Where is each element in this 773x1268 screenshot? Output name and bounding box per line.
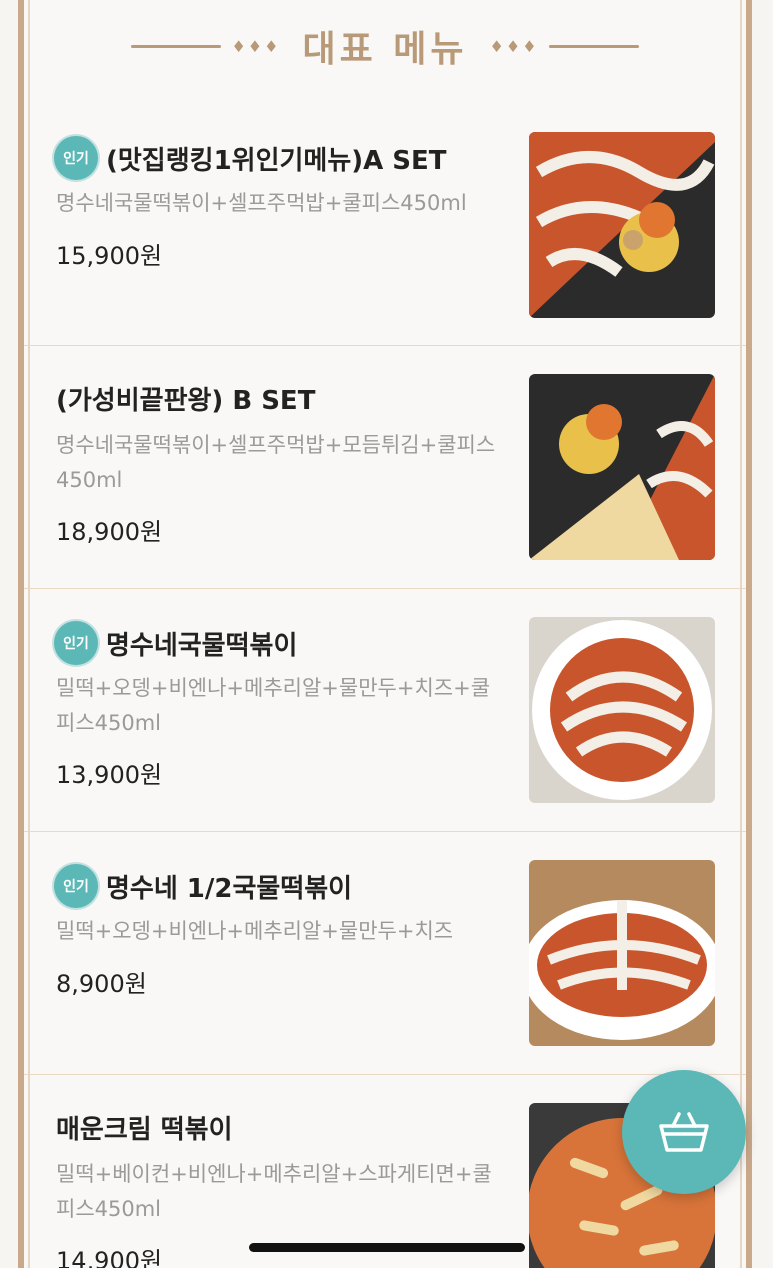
menu-item-price: 13,900원 <box>56 761 163 789</box>
menu-item-photo <box>529 617 715 803</box>
menu-item-name: 명수네국물떡볶이 <box>106 630 298 661</box>
menu-item-name: (맛집랭킹1위인기메뉴)A SET <box>106 145 447 176</box>
diamond-ornament-icon: ♦♦♦ <box>231 36 281 56</box>
set-b-photo-icon <box>529 374 715 560</box>
menu-item[interactable]: 인기 명수네국물떡볶이 밀떡+오뎅+비엔나+메추리알+물만두+치즈+쿨피스450… <box>24 589 746 832</box>
menu-item-name: (가성비끝판왕) B SET <box>56 386 316 416</box>
menu-item-description: 밀떡+오뎅+비엔나+메추리알+물만두+치즈+쿨피스450ml <box>56 676 491 735</box>
ornament-line <box>548 44 639 48</box>
menu-item-name: 명수네 1/2국물떡볶이 <box>106 873 353 904</box>
menu-frame: ♦♦♦ 대표 메뉴 ♦♦♦ 인기 (맛집랭킹1위인기메뉴)A SET 명수네국물… <box>18 0 752 1268</box>
menu-item-name-row: 매운크림 떡볶이 <box>56 1109 233 1146</box>
menu-item-description: 밀떡+베이컨+비엔나+메추리알+스파게티면+쿨피스450ml <box>56 1162 492 1221</box>
popular-badge: 인기 <box>56 138 96 178</box>
section-title: 대표 메뉴 <box>302 29 468 70</box>
menu-item[interactable]: (가성비끝판왕) B SET 명수네국물떡볶이+셀프주먹밥+모듬튀김+쿨피스45… <box>24 346 746 589</box>
menu-item-price: 18,900원 <box>56 518 163 546</box>
menu-item[interactable]: 인기 (맛집랭킹1위인기메뉴)A SET 명수네국물떡볶이+셀프주먹밥+쿨피스4… <box>24 104 746 346</box>
menu-item-price: 14,900원 <box>56 1247 163 1268</box>
menu-item-price: 8,900원 <box>56 970 147 998</box>
diamond-ornament-icon: ♦♦♦ <box>489 36 539 56</box>
menu-item-name-row: (가성비끝판왕) B SET <box>56 380 315 417</box>
menu-item-name-row: 인기 (맛집랭킹1위인기메뉴)A SET <box>56 138 447 178</box>
menu-item-description: 밀떡+오뎅+비엔나+메추리알+물만두+치즈 <box>56 919 454 943</box>
ornament-line <box>131 44 222 48</box>
menu-item-name: 매운크림 떡볶이 <box>56 1115 233 1145</box>
right-ornament: ♦♦♦ <box>490 37 639 56</box>
cart-button[interactable] <box>622 1070 746 1194</box>
menu-item-name-row: 인기 명수네 1/2국물떡볶이 <box>56 866 352 906</box>
popular-badge: 인기 <box>56 623 96 663</box>
left-ornament: ♦♦♦ <box>131 37 280 56</box>
menu-item-photo <box>529 860 715 1046</box>
menu-item-description: 명수네국물떡볶이+셀프주먹밥+쿨피스450ml <box>56 191 467 215</box>
basket-icon <box>659 1112 709 1152</box>
half-tteokbokki-photo-icon <box>529 860 715 1046</box>
menu-item-price: 15,900원 <box>56 242 163 270</box>
section-header: ♦♦♦ 대표 메뉴 ♦♦♦ <box>24 18 746 74</box>
set-a-photo-icon <box>529 132 715 318</box>
menu-item-photo <box>529 132 715 318</box>
popular-badge: 인기 <box>56 866 96 906</box>
menu-item-name-row: 인기 명수네국물떡볶이 <box>56 623 297 663</box>
menu-item-photo <box>529 374 715 560</box>
tteokbokki-photo-icon <box>529 617 715 803</box>
menu-item-description: 명수네국물떡볶이+셀프주먹밥+모듬튀김+쿨피스450ml <box>56 433 496 492</box>
home-indicator <box>249 1243 525 1252</box>
menu-item[interactable]: 인기 명수네 1/2국물떡볶이 밀떡+오뎅+비엔나+메추리알+물만두+치즈 8,… <box>24 832 746 1075</box>
